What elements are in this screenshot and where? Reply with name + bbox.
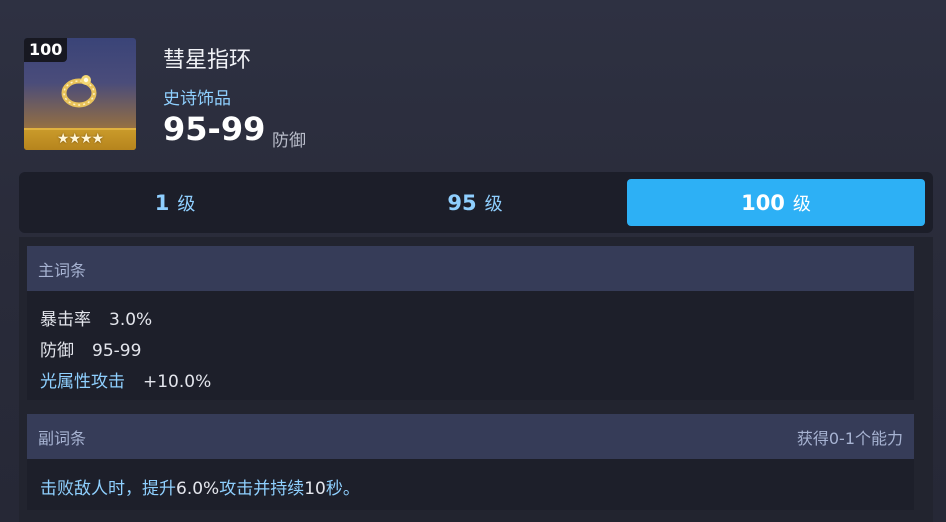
main-stats-body: 暴击率 3.0% 防御 95-99 光属性攻击 +10.0% bbox=[27, 291, 914, 400]
tab-level-100[interactable]: 100 级 bbox=[627, 179, 925, 226]
tab-level-number: 1 bbox=[154, 190, 170, 215]
level-tabs: 1 级 95 级 100 级 bbox=[19, 172, 933, 233]
stats-panel: 主词条 暴击率 3.0% 防御 95-99 光属性攻击 +10.0% 副词条 获得0-… bbox=[19, 237, 933, 522]
tab-level-95[interactable]: 95 级 bbox=[326, 179, 624, 226]
item-header: 100 ★★★★ 彗星指环 史诗饰品 95-99 防御 bbox=[24, 38, 624, 153]
item-card: 100 ★★★★ bbox=[24, 38, 136, 150]
rarity-bar: ★★★★ bbox=[24, 128, 136, 150]
tab-level-1[interactable]: 1 级 bbox=[26, 179, 324, 226]
item-stat-value: 95-99 bbox=[163, 110, 266, 148]
rarity-stars-icon: ★★★★ bbox=[56, 131, 104, 147]
sub-stat-description: 击败敌人时，提升6.0%攻击并持续10秒。 bbox=[40, 474, 360, 499]
sub-stat-text: 击败敌人时，提升 bbox=[40, 479, 176, 499]
sub-stats-note: 获得0-1个能力 bbox=[796, 428, 903, 448]
main-stat-row: 光属性攻击 +10.0% bbox=[40, 367, 211, 392]
item-name: 彗星指环 bbox=[163, 48, 252, 73]
sub-stat-text: 攻击并持续 bbox=[219, 479, 305, 499]
item-type: 史诗饰品 bbox=[163, 89, 231, 109]
item-stat-unit: 防御 bbox=[272, 131, 306, 151]
sub-stats-header: 副词条 获得0-1个能力 bbox=[27, 414, 914, 459]
tab-level-number: 100 bbox=[741, 190, 785, 215]
level-badge: 100 bbox=[24, 38, 68, 62]
sub-stats-body: 击败敌人时，提升6.0%攻击并持续10秒。 bbox=[27, 459, 914, 510]
stat-value: 95-99 bbox=[92, 341, 142, 361]
main-stats-title: 主词条 bbox=[38, 260, 87, 280]
stat-value: +10.0% bbox=[143, 372, 212, 392]
tab-level-number: 95 bbox=[447, 190, 477, 215]
tab-level-unit: 级 bbox=[792, 193, 811, 215]
sub-stat-number: 6.0% bbox=[176, 479, 220, 499]
sub-stat-number: 10 bbox=[304, 479, 326, 499]
stat-label: 防御 bbox=[40, 341, 74, 361]
tab-level-unit: 级 bbox=[484, 193, 503, 215]
sub-stat-text: 秒。 bbox=[325, 479, 360, 499]
sub-stats-title: 副词条 bbox=[38, 428, 87, 448]
main-stat-row: 防御 95-99 bbox=[40, 336, 141, 361]
main-stat-row: 暴击率 3.0% bbox=[40, 305, 152, 330]
stat-label: 光属性攻击 bbox=[40, 372, 125, 392]
stat-label: 暴击率 bbox=[40, 310, 91, 330]
tab-level-unit: 级 bbox=[177, 193, 196, 215]
main-stats-header: 主词条 bbox=[27, 246, 914, 291]
ring-icon bbox=[61, 75, 97, 108]
stat-value: 3.0% bbox=[109, 310, 153, 330]
